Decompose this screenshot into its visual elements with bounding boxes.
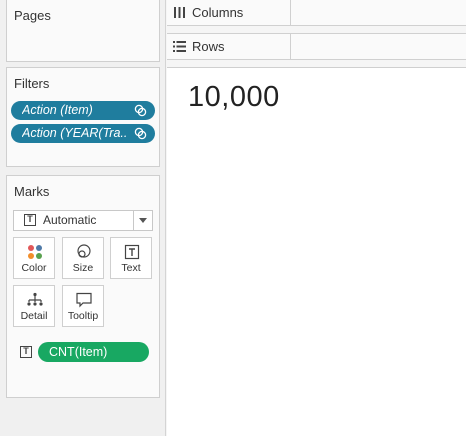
filter-pill-label: Action (YEAR(Tra..: [22, 126, 128, 140]
rows-label-text: Rows: [192, 39, 225, 54]
columns-shelf-label: Columns: [167, 0, 291, 25]
color-button[interactable]: Color: [13, 237, 55, 279]
big-number-value[interactable]: 10,000: [188, 81, 280, 114]
detail-button[interactable]: Detail: [13, 285, 55, 327]
rows-shelf[interactable]: Rows: [167, 33, 466, 60]
text-icon: [124, 244, 140, 260]
cnt-item-pill[interactable]: CNT(Item): [38, 342, 149, 362]
rows-shelf-label: Rows: [167, 34, 291, 59]
color-icon: [28, 245, 42, 259]
marks-title: Marks: [14, 184, 50, 199]
filters-card[interactable]: Filters Action (Item) Action (YEAR(Tra..: [6, 67, 160, 167]
columns-shelf[interactable]: Columns: [167, 0, 466, 26]
text-button[interactable]: Text: [110, 237, 152, 279]
text-label: Text: [121, 262, 141, 274]
left-sidebar: Pages Filters Action (Item) Action (YEAR…: [0, 0, 166, 436]
size-label: Size: [72, 262, 94, 274]
linked-filter-icon: [134, 127, 147, 140]
mark-type-dropdown[interactable]: T Automatic: [13, 210, 153, 231]
columns-icon: [174, 7, 185, 18]
view-canvas[interactable]: 10,000: [167, 67, 466, 436]
color-label: Color: [21, 262, 47, 274]
rows-icon: [173, 41, 186, 52]
detail-icon: [27, 292, 43, 306]
chevron-down-icon[interactable]: [133, 211, 152, 230]
size-button[interactable]: Size: [62, 237, 104, 279]
filter-pill-label: Action (Item): [22, 103, 93, 117]
filters-title: Filters: [14, 76, 50, 91]
marks-card: Marks T Automatic Color Size Text Detail…: [6, 175, 160, 398]
filter-pill-action-year[interactable]: Action (YEAR(Tra..: [11, 124, 155, 143]
tooltip-label: Tooltip: [67, 310, 99, 322]
size-icon: [77, 244, 91, 258]
tooltip-button[interactable]: Tooltip: [62, 285, 104, 327]
tooltip-icon: [76, 292, 92, 308]
pages-card[interactable]: Pages: [6, 0, 160, 62]
text-mark-icon: T: [20, 346, 32, 358]
detail-label: Detail: [20, 310, 48, 322]
filter-pill-action-item[interactable]: Action (Item): [11, 101, 155, 120]
text-mark-icon: T: [24, 214, 36, 226]
pages-title: Pages: [14, 8, 51, 23]
linked-filter-icon: [134, 104, 147, 117]
columns-label-text: Columns: [192, 5, 244, 20]
mark-type-label: Automatic: [43, 213, 97, 227]
